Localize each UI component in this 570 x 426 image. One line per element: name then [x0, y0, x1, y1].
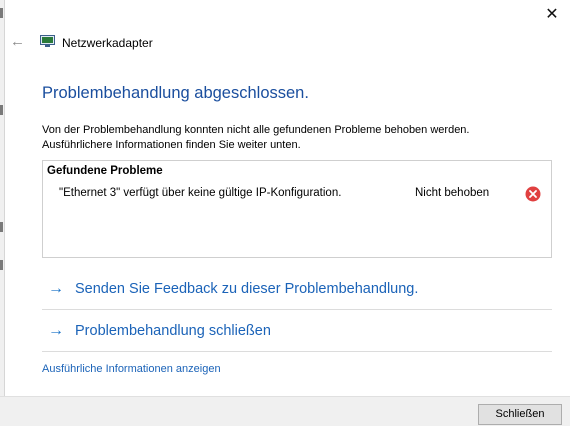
close-troubleshooter-label: Problembehandlung schließen: [75, 323, 271, 339]
problem-description: "Ethernet 3" verfügt über keine gültige …: [59, 187, 342, 199]
feedback-link-label: Senden Sie Feedback zu dieser Problembeh…: [75, 281, 419, 297]
description-line-1: Von der Problembehandlung konnten nicht …: [42, 124, 470, 136]
close-troubleshooter-link[interactable]: → Problembehandlung schließen: [42, 312, 552, 352]
problem-row[interactable]: "Ethernet 3" verfügt über keine gültige …: [43, 186, 551, 205]
close-button[interactable]: Schließen: [478, 404, 562, 425]
description-line-2: Ausführlichere Informationen finden Sie …: [42, 139, 301, 151]
background-window-edge: [0, 0, 5, 425]
detailed-info-link[interactable]: Ausführliche Informationen anzeigen: [42, 363, 221, 375]
close-icon[interactable]: ✕: [540, 4, 564, 26]
back-arrow-icon[interactable]: ←: [10, 33, 25, 50]
window-title: Netzwerkadapter: [62, 36, 153, 50]
error-icon: [525, 186, 541, 202]
arrow-right-icon: →: [48, 280, 64, 297]
arrow-right-icon: →: [48, 322, 64, 339]
network-adapter-icon: [40, 35, 55, 47]
problems-header: Gefundene Probleme: [47, 165, 163, 177]
feedback-link[interactable]: → Senden Sie Feedback zu dieser Problemb…: [42, 270, 552, 310]
description: Von der Problembehandlung konnten nicht …: [42, 123, 522, 153]
problem-status: Nicht behoben: [415, 187, 490, 199]
page-title: Problembehandlung abgeschlossen.: [42, 84, 309, 102]
problems-list: Gefundene Probleme "Ethernet 3" verfügt …: [42, 160, 552, 258]
